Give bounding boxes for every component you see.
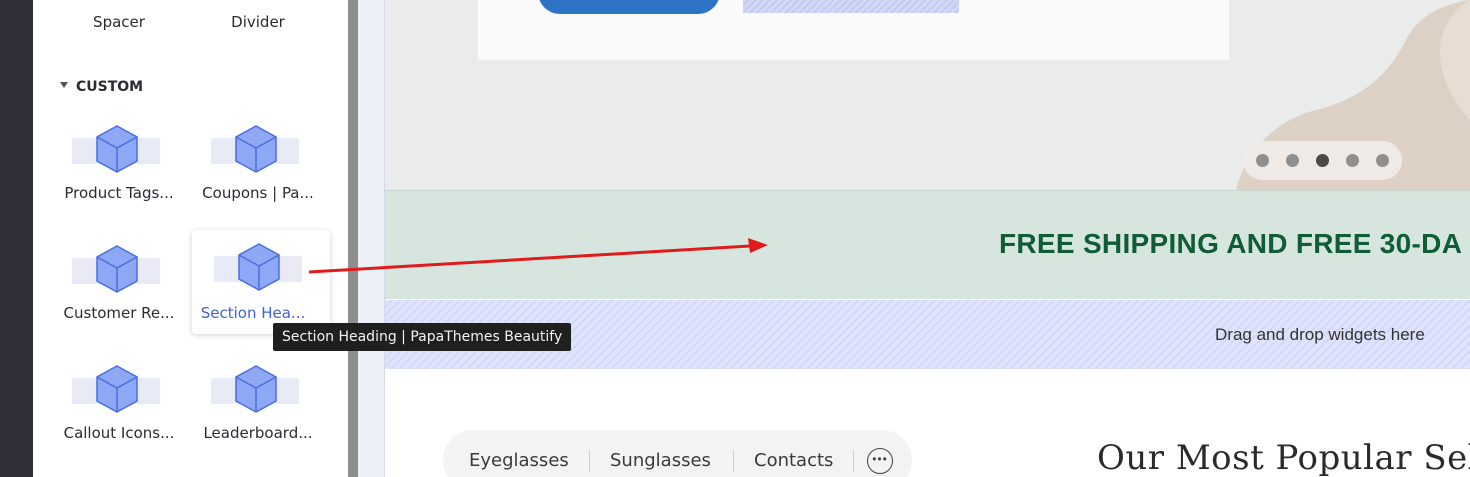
- tab-sunglasses[interactable]: Sunglasses: [610, 450, 711, 471]
- custom-section-title[interactable]: CUSTOM: [60, 79, 143, 95]
- tab-contacts[interactable]: Contacts: [754, 450, 833, 471]
- widget-label-coupons: Coupons | Pa...: [202, 184, 314, 202]
- widget-label-callout-icons: Callout Icons...: [63, 424, 175, 442]
- widget-tooltip: Section Heading | PapaThemes Beautify: [273, 323, 572, 351]
- widget-label-product-tags: Product Tags...: [64, 184, 174, 202]
- widget-label-divider[interactable]: Divider: [189, 13, 327, 31]
- tab-divider: [853, 450, 854, 472]
- cube-icon: [235, 125, 277, 173]
- shipping-banner-text: FREE SHIPPING AND FREE 30-DA: [999, 228, 1463, 259]
- section-heading: Our Most Popular Selec: [1097, 438, 1470, 477]
- cube-icon: [96, 245, 138, 293]
- carousel-dots: [1243, 141, 1402, 180]
- carousel-dot[interactable]: [1256, 154, 1269, 167]
- cube-icon: [96, 125, 138, 173]
- carousel-dot-active[interactable]: [1316, 154, 1329, 167]
- widget-label-customer-reviews: Customer Re...: [63, 304, 175, 322]
- tab-divider: [733, 450, 734, 472]
- widget-label-leaderboard: Leaderboard...: [203, 424, 313, 442]
- more-horizontal-icon[interactable]: •••: [867, 448, 893, 474]
- hero-drop-zone[interactable]: [743, 0, 959, 13]
- carousel-dot[interactable]: [1376, 154, 1389, 167]
- cube-icon: [238, 243, 280, 291]
- widget-label-section-heading: Section Hea...: [200, 304, 306, 322]
- caret-down-icon: [60, 82, 68, 88]
- cube-icon: [235, 365, 277, 413]
- tab-eyeglasses[interactable]: Eyeglasses: [469, 450, 569, 471]
- carousel-dot[interactable]: [1346, 154, 1359, 167]
- cube-icon: [96, 365, 138, 413]
- section-title-text: CUSTOM: [76, 79, 144, 95]
- left-rail: [0, 0, 33, 477]
- canvas-gutter: [358, 0, 385, 477]
- panel-scrollbar[interactable]: [348, 0, 358, 477]
- widget-label-spacer[interactable]: Spacer: [50, 13, 188, 31]
- tab-divider: [589, 450, 590, 472]
- hero-cta-button[interactable]: [538, 0, 720, 14]
- drop-zone-text: Drag and drop widgets here: [1215, 325, 1425, 344]
- carousel-dot[interactable]: [1286, 154, 1299, 167]
